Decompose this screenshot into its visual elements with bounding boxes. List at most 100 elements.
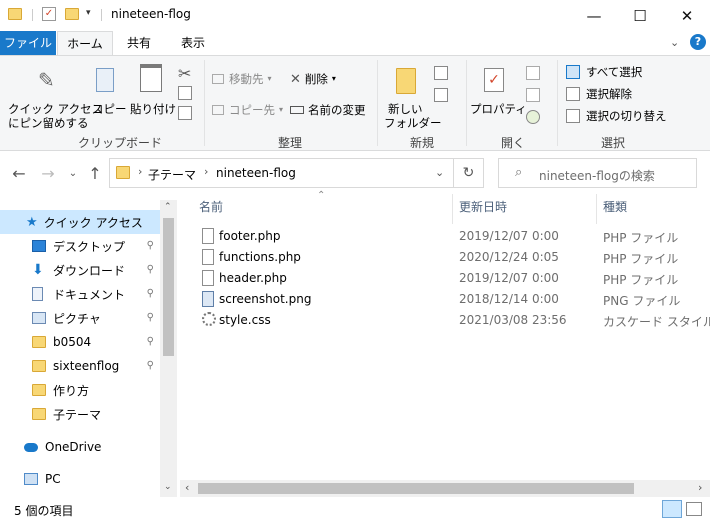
help-icon[interactable]: ? — [690, 34, 706, 50]
divider — [32, 9, 33, 21]
status-bar: 5 個の項目 — [0, 497, 710, 521]
forward-arrow-icon[interactable]: → — [37, 162, 59, 184]
tab-share[interactable]: 共有 — [115, 31, 163, 55]
copy-to-icon — [212, 105, 224, 115]
select-none-icon — [566, 87, 580, 101]
nav-item-label: PC — [45, 472, 61, 486]
copy-button[interactable]: コピー — [90, 62, 127, 132]
file-row[interactable]: header.php 2019/12/07 0:00 PHP ファイル — [190, 268, 710, 289]
nav-item-pictures[interactable]: ピクチャ ⚲ — [0, 306, 160, 330]
scroll-down-icon[interactable]: ⌄ — [164, 482, 172, 492]
details-view-icon[interactable] — [662, 500, 682, 518]
nav-item-label: デスクトップ — [53, 239, 126, 254]
select-all-button[interactable]: すべて選択 — [566, 63, 642, 81]
ribbon-tabs: ファイル ホーム 共有 表示 ⌄ ? — [0, 31, 710, 55]
customize-qat-icon[interactable]: ▾ — [86, 8, 91, 18]
nav-item-quick-access[interactable]: ★ クイック アクセス — [0, 210, 160, 234]
file-name: header.php — [219, 271, 287, 285]
address-bar[interactable]: › 子テーマ › nineteen-flog ⌄ — [109, 158, 454, 188]
css-file-icon — [202, 312, 216, 326]
pin-icon[interactable]: ⚲ — [147, 312, 154, 323]
close-button[interactable]: ✕ — [664, 0, 710, 31]
properties-button[interactable]: ✓ プロパティ — [470, 62, 527, 132]
cut-icon[interactable]: ✂ — [178, 64, 191, 83]
item-count: 5 個の項目 — [14, 504, 74, 518]
file-row[interactable]: screenshot.png 2018/12/14 0:00 PNG ファイル — [190, 289, 710, 310]
scroll-up-icon[interactable]: ⌃ — [164, 202, 172, 212]
nav-item-label: ダウンロード — [53, 263, 126, 278]
history-icon[interactable] — [526, 110, 540, 124]
address-history-icon[interactable]: ⌄ — [435, 166, 444, 179]
delete-button[interactable]: ✕ 削除 ▾ — [290, 70, 336, 88]
new-item-icon[interactable] — [434, 66, 448, 80]
pin-icon[interactable]: ⚲ — [147, 288, 154, 299]
pin-icon[interactable]: ⚲ — [147, 264, 154, 275]
paste-shortcut-icon[interactable] — [178, 106, 192, 120]
column-divider[interactable] — [452, 194, 453, 224]
file-type: PHP ファイル — [603, 231, 679, 245]
horizontal-scrollbar[interactable]: ‹ › — [180, 480, 710, 497]
column-header-type[interactable]: 種類 — [603, 200, 627, 220]
nav-item-label: クイック アクセス — [43, 215, 143, 230]
large-icons-view-icon[interactable] — [686, 502, 702, 516]
easy-access-icon[interactable] — [434, 88, 448, 102]
breadcrumb-item[interactable]: 子テーマ — [148, 166, 196, 183]
new-folder-button[interactable]: 新しい フォルダー — [382, 62, 442, 132]
new-folder-quick-icon[interactable] — [65, 8, 79, 20]
folder-icon — [32, 384, 46, 396]
nav-item-desktop[interactable]: デスクトップ ⚲ — [0, 234, 160, 258]
tab-home[interactable]: ホーム — [57, 31, 113, 55]
file-row[interactable]: style.css 2021/03/08 23:56 カスケード スタイル シ — [190, 310, 710, 331]
column-header-name[interactable]: 名前 — [199, 200, 223, 220]
search-box[interactable]: ⌕ nineteen-flogの検索 — [498, 158, 697, 188]
properties-quick-icon[interactable]: ✓ — [42, 7, 56, 21]
scroll-left-icon[interactable]: ‹ — [185, 481, 189, 494]
pin-quick-access-button[interactable]: ✎ クイック アクセス にピン留めする — [6, 62, 103, 132]
scroll-thumb[interactable] — [163, 218, 174, 356]
up-arrow-icon[interactable]: ↑ — [84, 162, 106, 184]
open-icon[interactable] — [526, 66, 540, 80]
invert-selection-button[interactable]: 選択の切り替え — [566, 107, 667, 125]
back-arrow-icon[interactable]: ← — [8, 162, 30, 184]
tab-view[interactable]: 表示 — [169, 31, 217, 55]
move-to-button[interactable]: 移動先 ▾ — [212, 70, 272, 88]
navigation-pane: ★ クイック アクセス デスクトップ ⚲ ⬇ ダウンロード ⚲ ドキュメント ⚲… — [0, 200, 177, 497]
copy-to-button[interactable]: コピー先 ▾ — [212, 101, 283, 119]
edit-icon[interactable] — [526, 88, 540, 102]
nav-item-sixteenflog[interactable]: sixteenflog ⚲ — [0, 354, 160, 378]
properties-icon: ✓ — [484, 68, 504, 92]
minimize-button[interactable]: — — [571, 0, 617, 31]
select-none-button[interactable]: 選択解除 — [566, 85, 632, 103]
nav-item-tsukurikata[interactable]: 作り方 — [0, 378, 160, 402]
paste-button[interactable]: 貼り付け — [128, 62, 176, 132]
copy-label: コピー — [92, 102, 127, 116]
recent-locations-icon[interactable]: ⌄ — [62, 162, 84, 184]
file-type: PHP ファイル — [603, 273, 679, 287]
pin-icon[interactable]: ⚲ — [147, 360, 154, 371]
nav-item-label: 子テーマ — [53, 407, 102, 422]
column-divider[interactable] — [596, 194, 597, 224]
nav-scrollbar[interactable]: ⌃ ⌄ — [160, 200, 177, 497]
file-row[interactable]: functions.php 2020/12/24 0:05 PHP ファイル — [190, 247, 710, 268]
nav-item-b0504[interactable]: b0504 ⚲ — [0, 330, 160, 354]
nav-item-onedrive[interactable]: OneDrive — [0, 435, 160, 459]
copy-path-icon[interactable] — [178, 86, 192, 100]
nav-item-child-theme[interactable]: 子テーマ — [0, 402, 160, 426]
scroll-right-icon[interactable]: › — [698, 481, 702, 494]
file-row[interactable]: footer.php 2019/12/07 0:00 PHP ファイル — [190, 226, 710, 247]
maximize-button[interactable]: ☐ — [617, 0, 663, 31]
nav-item-documents[interactable]: ドキュメント ⚲ — [0, 282, 160, 306]
nav-item-pc[interactable]: PC — [0, 467, 160, 491]
ribbon-expand-icon[interactable]: ⌄ — [670, 36, 679, 49]
tab-file[interactable]: ファイル — [0, 31, 56, 55]
pin-icon[interactable]: ⚲ — [147, 240, 154, 251]
column-header-modified[interactable]: 更新日時 — [459, 200, 507, 220]
breadcrumb-item[interactable]: nineteen-flog — [216, 166, 296, 180]
nav-item-label: 作り方 — [53, 383, 90, 398]
refresh-icon[interactable]: ↻ — [454, 158, 484, 188]
pin-icon[interactable]: ⚲ — [147, 336, 154, 347]
scroll-thumb[interactable] — [198, 483, 634, 494]
breadcrumb-separator-icon: › — [138, 165, 143, 178]
nav-item-downloads[interactable]: ⬇ ダウンロード ⚲ — [0, 258, 160, 282]
rename-button[interactable]: 名前の変更 — [290, 101, 366, 119]
